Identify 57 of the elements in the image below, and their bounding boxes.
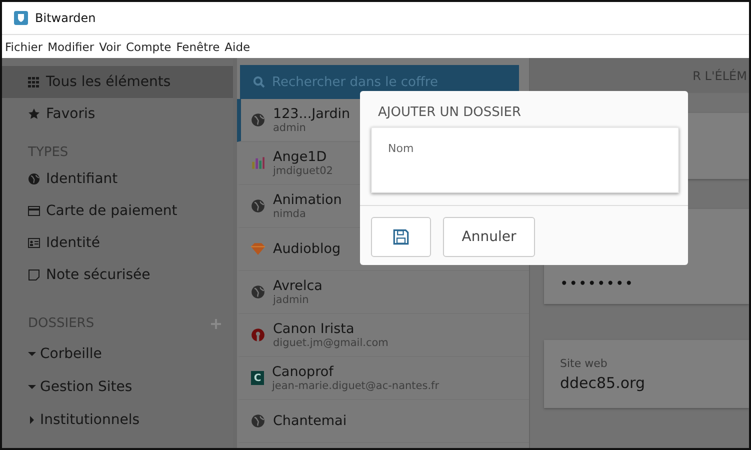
grid-icon bbox=[28, 76, 40, 88]
globe-icon bbox=[251, 199, 265, 213]
sidebar-item[interactable]: Identifiant bbox=[2, 163, 233, 195]
item-name: Audioblog bbox=[273, 241, 341, 257]
item-username: nimda bbox=[273, 208, 307, 220]
menu-item[interactable]: Compte bbox=[126, 40, 172, 54]
sidebar-item[interactable]: Note sécurisée bbox=[2, 259, 233, 291]
item-name: Ange1D bbox=[273, 149, 328, 165]
item-username: jean-marie.diguet@ac-nantes.fr bbox=[272, 380, 440, 392]
folder-item[interactable]: Corbeille bbox=[2, 337, 233, 370]
sidebar-item[interactable]: Identité bbox=[2, 227, 233, 259]
menu-item[interactable]: Voir bbox=[99, 40, 122, 54]
card-icon bbox=[28, 205, 40, 217]
item-username: admin bbox=[273, 122, 307, 134]
globe-icon bbox=[28, 173, 40, 185]
name-field[interactable]: Nom bbox=[371, 127, 679, 193]
vault-item[interactable]: Canon Irista diguet.jm@gmail.com bbox=[237, 314, 529, 357]
vault-item[interactable]: Chantemai bbox=[237, 400, 529, 443]
star-icon bbox=[28, 108, 40, 120]
globe-icon bbox=[251, 414, 265, 428]
save-button[interactable] bbox=[371, 217, 431, 257]
note-icon bbox=[28, 269, 40, 281]
vault-item[interactable]: Avrelca jadmin bbox=[237, 271, 529, 314]
gem-icon bbox=[251, 242, 265, 256]
shield-logo-icon bbox=[14, 11, 28, 25]
menu-item[interactable]: Modifier bbox=[48, 40, 94, 54]
folder-item[interactable]: Gestion Sites bbox=[2, 370, 233, 403]
item-name: Chantemai bbox=[273, 413, 347, 429]
search-icon bbox=[253, 76, 265, 88]
item-username: jmdiguet02 bbox=[273, 165, 333, 177]
item-name: Canoprof bbox=[272, 364, 335, 380]
window-title: Bitwarden bbox=[35, 11, 96, 25]
id-card-icon bbox=[28, 237, 40, 249]
globe-icon bbox=[251, 285, 265, 299]
logo-icon bbox=[251, 328, 265, 342]
item-username: diguet.jm@gmail.com bbox=[273, 337, 388, 349]
menu-item[interactable]: Fenêtre bbox=[176, 40, 220, 54]
cancel-button[interactable]: Annuler bbox=[443, 217, 535, 257]
field-label: Site web bbox=[560, 356, 608, 370]
website-value: ddec85.org bbox=[560, 374, 646, 392]
item-name: Canon Irista bbox=[273, 321, 356, 337]
letter-badge: C bbox=[251, 371, 264, 385]
sidebar-item[interactable]: Tous les éléments bbox=[2, 66, 233, 98]
vault-item[interactable]: C Canoprof jean-marie.diguet@ac-nantes.fr bbox=[237, 357, 529, 400]
sidebar-item[interactable]: Carte de paiement bbox=[2, 195, 233, 227]
folder-item[interactable]: Institutionnels bbox=[2, 403, 233, 436]
item-name: Avrelca bbox=[273, 278, 322, 294]
sidebar-item[interactable]: Favoris bbox=[2, 98, 233, 130]
item-name: 123...Jardin bbox=[273, 106, 350, 122]
item-name: Animation bbox=[273, 192, 342, 208]
menu-item[interactable]: Aide bbox=[224, 40, 250, 54]
dialog-title: AJOUTER UN DOSSIER bbox=[377, 104, 522, 122]
bar-chart-icon bbox=[251, 156, 265, 170]
password-value: •••••••• bbox=[560, 276, 636, 292]
menu-item[interactable]: Fichier bbox=[5, 40, 43, 54]
globe-icon bbox=[251, 113, 265, 127]
item-username: jadmin bbox=[273, 294, 310, 306]
